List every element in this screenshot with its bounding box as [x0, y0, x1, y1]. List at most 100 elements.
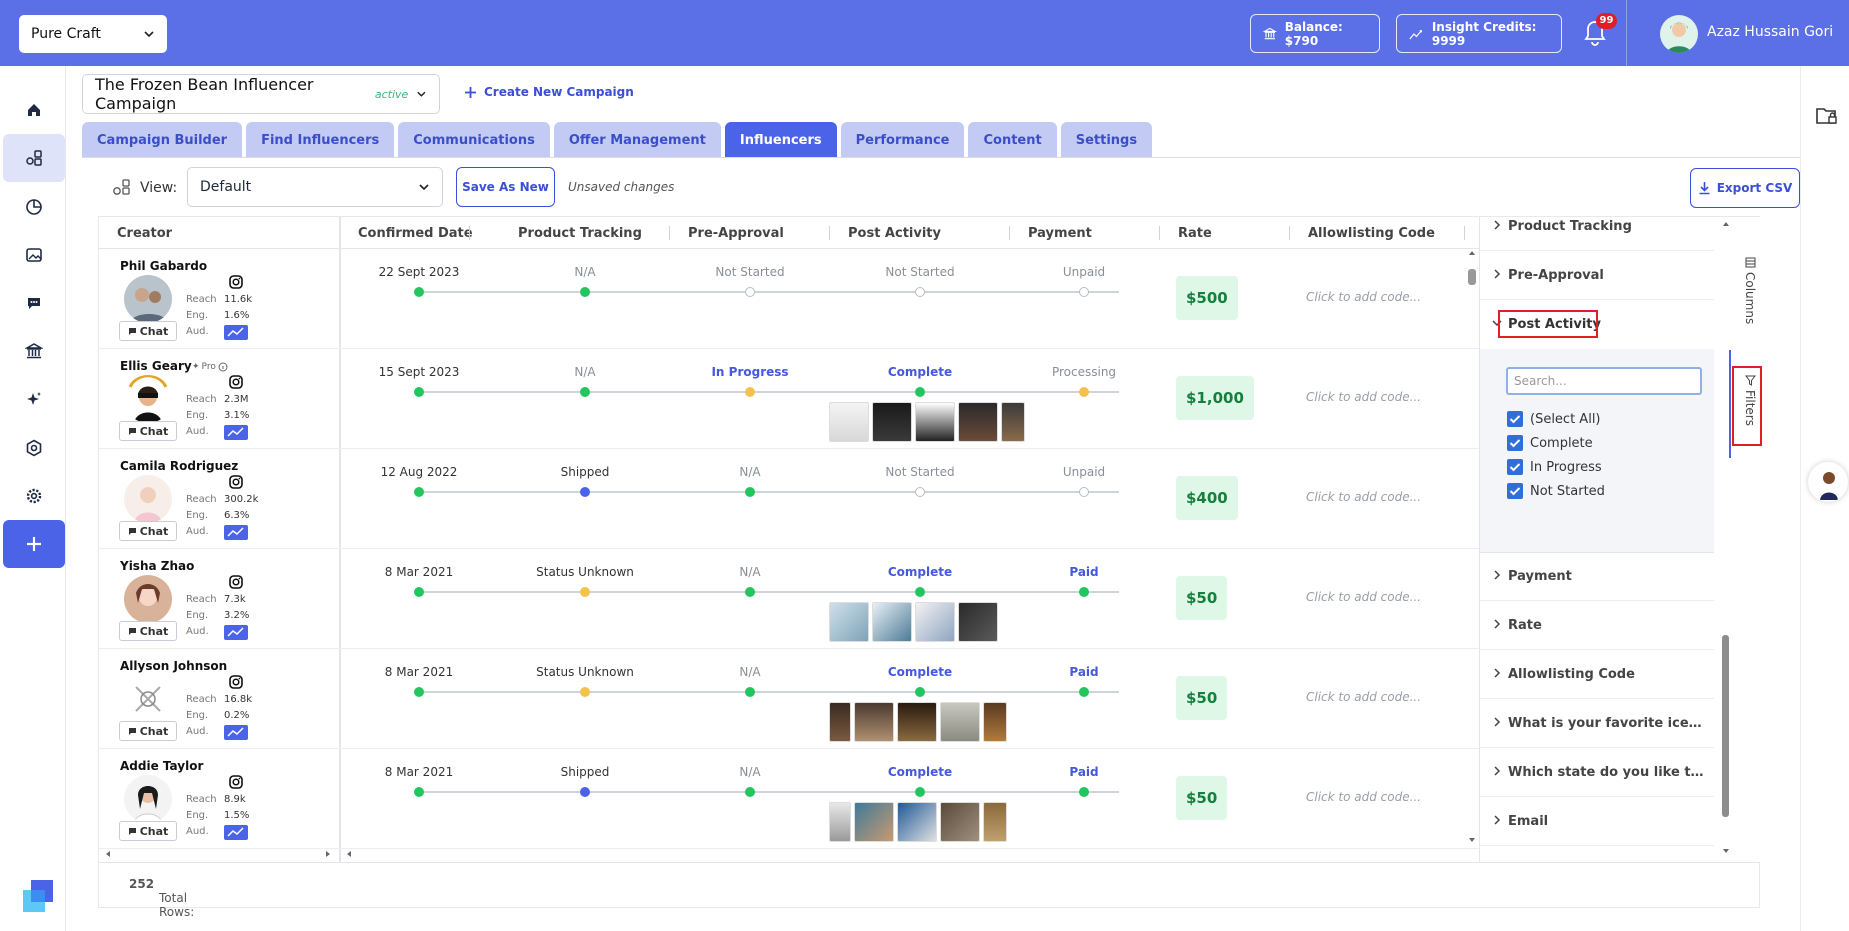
post-thumbnail[interactable] [872, 602, 912, 642]
creator-name[interactable]: Phil Gabardo [120, 259, 207, 273]
post-thumbnail[interactable] [829, 802, 851, 842]
table-row[interactable]: Addie Taylor Chat Reach 8.9k Eng. 1.5% A… [99, 749, 1479, 849]
filter-section-state[interactable]: Which state do you like to buy... [1480, 749, 1714, 797]
column-header-confirmed-date[interactable]: Confirmed Date [358, 226, 473, 241]
post-thumbnail[interactable] [983, 802, 1007, 842]
export-csv-button[interactable]: Export CSV [1690, 168, 1800, 208]
save-as-new-button[interactable]: Save As New [456, 167, 555, 207]
post-thumbnail[interactable] [897, 702, 937, 742]
audience-chart-button[interactable] [224, 425, 248, 440]
chat-button[interactable]: Chat [119, 821, 177, 841]
tab-campaign-builder[interactable]: Campaign Builder [82, 122, 243, 158]
post-thumbnail[interactable] [940, 802, 980, 842]
post-thumbnail[interactable] [1001, 402, 1025, 442]
column-header-creator[interactable]: Creator [117, 226, 172, 241]
rate-badge[interactable]: $1,000 [1176, 376, 1254, 420]
chat-button[interactable]: Chat [119, 521, 177, 541]
instagram-icon[interactable] [229, 575, 243, 589]
table-row[interactable]: Allyson Johnson Chat Reach 16.8k Eng. 0.… [99, 649, 1479, 749]
filter-section-favorite-ice-cream[interactable]: What is your favorite ice crea... [1480, 700, 1714, 748]
sidebar-integrations[interactable] [3, 424, 65, 472]
not-started-checkbox[interactable] [1507, 483, 1523, 499]
campaign-selector[interactable]: The Frozen Bean Influencer Campaign acti… [82, 74, 440, 114]
post-thumbnail[interactable] [829, 702, 851, 742]
audience-chart-button[interactable] [224, 725, 248, 740]
instagram-icon[interactable] [229, 475, 243, 489]
instagram-icon[interactable] [229, 675, 243, 689]
filter-search-input[interactable] [1506, 367, 1702, 395]
table-row[interactable]: Ellis Geary ✦ Pro Chat Reach 2.3M Eng. 3… [99, 349, 1479, 449]
allowlisting-code-cell[interactable]: Click to add code... [1306, 390, 1421, 404]
allowlisting-code-cell[interactable]: Click to add code... [1306, 590, 1421, 604]
rate-badge[interactable]: $50 [1176, 576, 1228, 620]
grid-vertical-scrollbar[interactable] [1467, 249, 1477, 859]
creator-name[interactable]: Ellis Geary [120, 359, 192, 373]
filter-section-rate[interactable]: Rate [1480, 602, 1714, 650]
user-name[interactable]: Azaz Hussain Gori [1707, 24, 1833, 40]
user-avatar[interactable] [1660, 15, 1698, 53]
creator-name[interactable]: Yisha Zhao [120, 559, 194, 573]
tab-communications[interactable]: Communications [398, 122, 550, 158]
filter-section-pre-approval[interactable]: Pre-Approval [1480, 252, 1714, 300]
sidebar-analytics[interactable] [3, 183, 65, 231]
post-thumbnail[interactable] [854, 702, 894, 742]
post-thumbnail[interactable] [915, 402, 955, 442]
table-row[interactable]: Phil Gabardo Chat Reach 11.6k Eng. 1.6% … [99, 249, 1479, 349]
creator-name[interactable]: Allyson Johnson [120, 659, 227, 673]
tab-offer-management[interactable]: Offer Management [553, 122, 721, 158]
tab-influencers[interactable]: Influencers [724, 122, 837, 158]
complete-checkbox[interactable] [1507, 435, 1523, 451]
table-row[interactable]: Yisha Zhao Chat Reach 7.3k Eng. 3.2% Aud… [99, 549, 1479, 649]
post-thumbnail[interactable] [958, 402, 998, 442]
chat-button[interactable]: Chat [119, 421, 177, 441]
sidebar-settings[interactable] [3, 472, 65, 520]
tab-columns[interactable]: Columns [1739, 257, 1761, 324]
in-progress-checkbox[interactable] [1507, 459, 1523, 475]
table-row[interactable]: Camila Rodriguez Chat Reach 300.2k Eng. … [99, 449, 1479, 549]
rate-badge[interactable]: $50 [1176, 676, 1228, 720]
sidebar-messages[interactable] [3, 279, 65, 327]
filter-section-email[interactable]: Email [1480, 798, 1714, 846]
sidebar-home[interactable] [3, 86, 65, 134]
post-thumbnail[interactable] [983, 702, 1007, 742]
tab-find-influencers[interactable]: Find Influencers [246, 122, 395, 158]
sidebar-media[interactable] [3, 231, 65, 279]
column-header-payment[interactable]: Payment [1028, 226, 1092, 241]
sidebar-add-button[interactable] [3, 520, 65, 568]
instagram-icon[interactable] [229, 775, 243, 789]
brand-select[interactable]: Pure Craft [19, 15, 167, 53]
audience-chart-button[interactable] [224, 525, 248, 540]
assistant-avatar[interactable] [1808, 462, 1848, 502]
filter-section-payment[interactable]: Payment [1480, 553, 1714, 601]
filter-section-product-tracking[interactable]: Product Tracking [1480, 203, 1714, 251]
allowlisting-code-cell[interactable]: Click to add code... [1306, 690, 1421, 704]
audience-chart-button[interactable] [224, 625, 248, 640]
sidebar-campaigns[interactable] [3, 134, 65, 182]
grid-scroll-thumb[interactable] [1468, 269, 1476, 285]
rate-badge[interactable]: $50 [1176, 776, 1228, 820]
tab-performance[interactable]: Performance [840, 122, 965, 158]
column-header-post-activity[interactable]: Post Activity [848, 226, 941, 241]
allowlisting-code-cell[interactable]: Click to add code... [1306, 790, 1421, 804]
post-thumbnail[interactable] [958, 602, 998, 642]
view-select[interactable]: Default [187, 167, 443, 207]
column-header-pre-approval[interactable]: Pre-Approval [688, 226, 784, 241]
creator-name[interactable]: Camila Rodriguez [120, 459, 238, 473]
folder-lock-icon[interactable] [1815, 105, 1839, 127]
rate-badge[interactable]: $400 [1176, 476, 1238, 520]
audience-chart-button[interactable] [224, 325, 248, 340]
filter-panel-scroll-thumb[interactable] [1722, 635, 1729, 817]
allowlisting-code-cell[interactable]: Click to add code... [1306, 290, 1421, 304]
post-thumbnail[interactable] [829, 602, 869, 642]
post-thumbnail[interactable] [829, 402, 869, 442]
column-header-product-tracking[interactable]: Product Tracking [518, 226, 642, 241]
filter-section-allowlisting-code[interactable]: Allowlisting Code [1480, 651, 1714, 699]
chat-button[interactable]: Chat [119, 321, 177, 341]
allowlisting-code-cell[interactable]: Click to add code... [1306, 490, 1421, 504]
grid-horizontal-scrollbar[interactable] [99, 846, 1479, 862]
post-thumbnail[interactable] [854, 802, 894, 842]
instagram-icon[interactable] [229, 275, 243, 289]
post-thumbnail[interactable] [897, 802, 937, 842]
create-new-campaign-link[interactable]: Create New Campaign [464, 85, 634, 99]
sidebar-ai[interactable] [3, 376, 65, 424]
